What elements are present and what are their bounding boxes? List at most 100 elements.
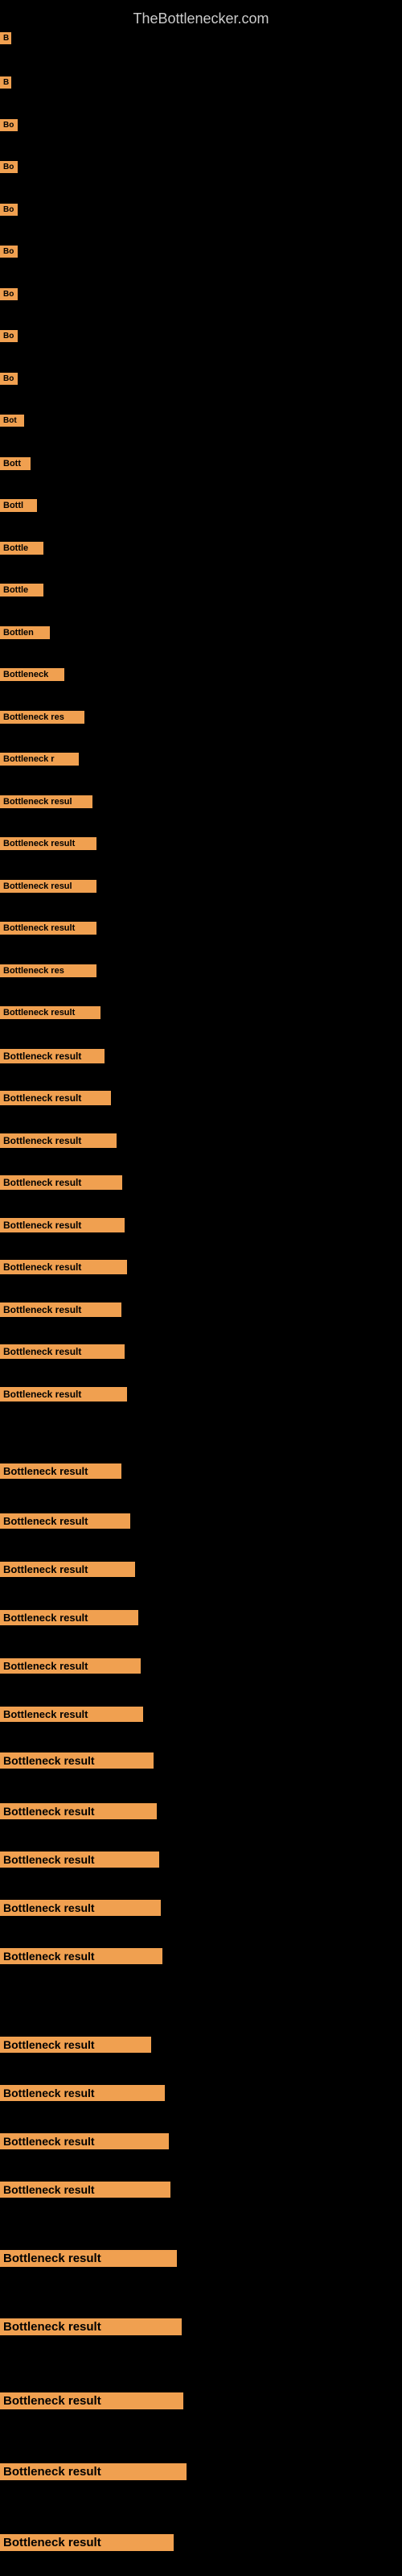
bottleneck-label: Bottleneck result	[0, 2534, 174, 2551]
bottleneck-label: Bo	[0, 246, 18, 258]
bottleneck-item: Bottleneck result	[0, 2463, 187, 2484]
bottleneck-label: Bo	[0, 288, 18, 300]
bottleneck-label: Bottleneck	[0, 668, 64, 681]
bottleneck-item: Bo	[0, 373, 18, 389]
bottleneck-label: Bottleneck result	[0, 1513, 130, 1529]
bottleneck-item: Bottleneck result	[0, 2085, 165, 2105]
bottleneck-label: Bo	[0, 119, 18, 131]
bottleneck-item: Bottleneck result	[0, 2182, 170, 2202]
bottleneck-label: Bottleneck result	[0, 922, 96, 935]
bottleneck-label: Bottleneck result	[0, 1387, 127, 1402]
bottleneck-label: Bottleneck result	[0, 2037, 151, 2053]
bottleneck-item: Bottleneck result	[0, 1752, 154, 1773]
bottleneck-label: Bottleneck result	[0, 2250, 177, 2267]
bottleneck-item: Bottleneck res	[0, 711, 84, 728]
bottleneck-item: Bottleneck r	[0, 753, 79, 770]
bottleneck-item: Bottleneck result	[0, 1302, 121, 1321]
bottleneck-item: Bottle	[0, 542, 43, 559]
bottleneck-label: Bottleneck result	[0, 837, 96, 850]
bottleneck-label: Bottleneck result	[0, 2085, 165, 2101]
bottleneck-label: Bott	[0, 457, 31, 470]
bottleneck-item: Bottleneck result	[0, 2392, 183, 2413]
bottleneck-item: Bottleneck result	[0, 1513, 130, 1533]
bottleneck-label: Bottleneck result	[0, 1049, 105, 1063]
bottleneck-item: Bottleneck resul	[0, 795, 92, 812]
bottleneck-label: Bottleneck resul	[0, 795, 92, 808]
bottleneck-item: Bottleneck result	[0, 1260, 127, 1278]
bottleneck-label: Bottleneck result	[0, 2392, 183, 2409]
bottleneck-label: Bottleneck result	[0, 1302, 121, 1317]
bottleneck-item: Bottleneck result	[0, 1049, 105, 1067]
bottleneck-label: Bottleneck result	[0, 1218, 125, 1232]
bottleneck-label: Bottleneck result	[0, 1610, 138, 1625]
bottleneck-item: Bottleneck	[0, 668, 64, 685]
bottleneck-label: Bottleneck result	[0, 1091, 111, 1105]
bottleneck-item: B	[0, 32, 11, 48]
bottleneck-item: Bottleneck result	[0, 1387, 127, 1406]
bottleneck-label: Bo	[0, 373, 18, 385]
bottleneck-label: Bottleneck result	[0, 1852, 159, 1868]
bottleneck-label: Bottleneck result	[0, 1948, 162, 1964]
bottleneck-label: Bo	[0, 161, 18, 173]
bottleneck-item: Bottleneck result	[0, 922, 96, 939]
bottleneck-item: Bottleneck result	[0, 1900, 161, 1920]
bottleneck-item: Bottleneck result	[0, 1006, 100, 1023]
bottleneck-label: Bottlen	[0, 626, 50, 639]
bottleneck-item: Bo	[0, 246, 18, 262]
bottleneck-label: Bottle	[0, 584, 43, 597]
bottleneck-label: Bottleneck result	[0, 1006, 100, 1019]
bottleneck-item: Bo	[0, 119, 18, 135]
bottleneck-item: Bottleneck result	[0, 1562, 135, 1581]
bottleneck-label: Bottl	[0, 499, 37, 512]
bottleneck-label: Bottleneck result	[0, 2318, 182, 2335]
bottleneck-item: Bottleneck result	[0, 1852, 159, 1872]
bottleneck-item: Bottleneck res	[0, 964, 96, 981]
bottleneck-label: Bottleneck result	[0, 1133, 117, 1148]
bottleneck-item: Bottleneck result	[0, 1610, 138, 1629]
bottleneck-item: Bottlen	[0, 626, 50, 643]
bottleneck-item: Bottleneck result	[0, 1344, 125, 1363]
bottleneck-item: Bottleneck result	[0, 2037, 151, 2057]
bottleneck-item: Bottleneck result	[0, 1803, 157, 1823]
bottleneck-label: Bottleneck result	[0, 2463, 187, 2480]
bottleneck-item: Bottl	[0, 499, 37, 516]
bottleneck-label: Bo	[0, 330, 18, 342]
bottleneck-item: Bottleneck result	[0, 2133, 169, 2153]
bottleneck-label: Bot	[0, 415, 24, 427]
bottleneck-item: Bo	[0, 204, 18, 220]
bottleneck-label: Bo	[0, 204, 18, 216]
bottleneck-item: Bottleneck resul	[0, 880, 96, 897]
bottleneck-item: Bottleneck result	[0, 1658, 141, 1678]
bottleneck-item: Bottleneck result	[0, 1948, 162, 1968]
bottleneck-item: B	[0, 76, 11, 93]
bottleneck-item: Bottleneck result	[0, 2534, 174, 2555]
bottleneck-label: Bottleneck r	[0, 753, 79, 766]
bottleneck-label: Bottleneck result	[0, 1260, 127, 1274]
bottleneck-label: Bottleneck res	[0, 711, 84, 724]
bottleneck-label: Bottleneck result	[0, 1463, 121, 1479]
bottleneck-item: Bottleneck result	[0, 1091, 111, 1109]
bottleneck-label: Bottleneck result	[0, 1803, 157, 1819]
bottleneck-label: Bottleneck result	[0, 2133, 169, 2149]
bottleneck-label: Bottleneck result	[0, 1900, 161, 1916]
bottleneck-label: Bottleneck result	[0, 1658, 141, 1674]
bottleneck-label: Bottleneck result	[0, 2182, 170, 2198]
bottleneck-item: Bottleneck result	[0, 1707, 143, 1726]
bottleneck-label: Bottleneck result	[0, 1562, 135, 1577]
bottleneck-item: Bottleneck result	[0, 1133, 117, 1152]
bottleneck-item: Bottleneck result	[0, 837, 96, 854]
bottleneck-item: Bo	[0, 330, 18, 346]
bottleneck-item: Bottle	[0, 584, 43, 601]
bottleneck-item: Bo	[0, 161, 18, 177]
bottleneck-label: Bottleneck res	[0, 964, 96, 977]
bottleneck-label: B	[0, 76, 11, 89]
bottleneck-item: Bot	[0, 415, 24, 431]
bottleneck-item: Bottleneck result	[0, 2318, 182, 2339]
bottleneck-item: Bo	[0, 288, 18, 304]
bottleneck-item: Bottleneck result	[0, 1463, 121, 1483]
bottleneck-label: B	[0, 32, 11, 44]
bottleneck-item: Bott	[0, 457, 31, 474]
bottleneck-label: Bottleneck result	[0, 1175, 122, 1190]
bottleneck-label: Bottleneck result	[0, 1344, 125, 1359]
bottleneck-item: Bottleneck result	[0, 1175, 122, 1194]
